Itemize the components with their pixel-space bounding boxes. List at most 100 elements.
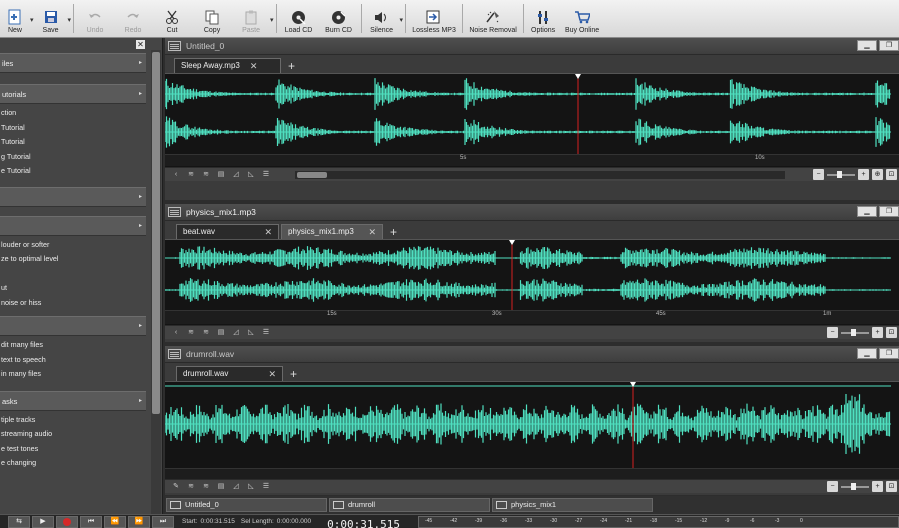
section-header-tutorials[interactable]: utorials ▸ — [0, 84, 146, 104]
zoom-out-icon[interactable]: − — [827, 327, 838, 338]
restore-button[interactable]: ❐ — [879, 40, 899, 51]
list-item[interactable]: tiple tracks — [0, 413, 146, 428]
burn-cd-button[interactable]: Burn CD — [319, 0, 359, 37]
restore-button[interactable]: ❐ — [879, 348, 899, 359]
scroll-left-icon[interactable]: ‹ — [171, 328, 181, 337]
add-tab-icon[interactable]: + — [385, 225, 402, 239]
list-item[interactable] — [0, 267, 146, 282]
save-dropdown-icon[interactable]: ▾ — [68, 16, 72, 24]
new-button[interactable]: New — [0, 0, 30, 37]
wave-tool-icon[interactable]: ≋ — [201, 328, 211, 337]
doc-tab[interactable]: physics_mix1 — [492, 498, 653, 512]
waveform-display[interactable] — [165, 74, 891, 154]
minimize-button[interactable]: ▁ — [857, 348, 877, 359]
file-tab[interactable]: beat.wav ✕ — [176, 224, 279, 239]
list-item[interactable]: ut — [0, 281, 146, 296]
zoom-fit-icon[interactable]: ⊡ — [886, 481, 897, 492]
save-button[interactable]: Save — [34, 0, 68, 37]
add-tab-icon[interactable]: + — [283, 59, 300, 73]
pane-scroll-thumb[interactable] — [152, 52, 160, 414]
fade-out-icon[interactable]: ◺ — [246, 170, 256, 179]
list-item[interactable]: Tutorial — [0, 135, 146, 150]
fade-out-icon[interactable]: ◺ — [246, 328, 256, 337]
fade-in-icon[interactable]: ◿ — [231, 482, 241, 491]
section-header[interactable]: ▸ — [0, 186, 146, 207]
editor-titlebar[interactable]: physics_mix1.mp3 ▁ ❐ — [165, 204, 899, 221]
list-item[interactable]: noise or hiss — [0, 296, 146, 311]
waveform-display[interactable] — [165, 382, 891, 468]
zoom-selection-icon[interactable]: ⊕ — [872, 169, 883, 180]
editor-titlebar[interactable]: drumroll.wav ▁ ❐ — [165, 346, 899, 363]
align-icon[interactable]: ☰ — [261, 170, 271, 179]
waveform-view[interactable]: 5s 10s — [165, 73, 899, 167]
list-item[interactable]: dit many files — [0, 338, 146, 353]
rewind-button[interactable]: ⏪ — [104, 515, 126, 528]
section-header-tasks[interactable]: asks ▸ — [0, 390, 146, 411]
waveform-display[interactable] — [165, 240, 891, 310]
zoom-slider[interactable] — [841, 328, 869, 336]
wave-tool-icon[interactable]: ≋ — [186, 328, 196, 337]
fast-forward-button[interactable]: ⏩ — [128, 515, 150, 528]
close-tab-icon[interactable]: ✕ — [264, 225, 272, 239]
wave-tool-icon[interactable]: ≋ — [201, 170, 211, 179]
section-header-files[interactable]: iles ▸ — [0, 53, 146, 73]
lossless-mp3-button[interactable]: Lossless MP3 — [408, 0, 460, 37]
list-item[interactable]: ze to optimal level — [0, 252, 146, 267]
list-item[interactable]: Tutorial — [0, 121, 146, 136]
doc-tab[interactable]: drumroll — [329, 498, 490, 512]
spectral-icon[interactable]: ▤ — [216, 170, 226, 179]
zoom-out-icon[interactable]: − — [827, 481, 838, 492]
zoom-fit-icon[interactable]: ⊡ — [886, 169, 897, 180]
align-icon[interactable]: ☰ — [261, 328, 271, 337]
minimize-button[interactable]: ▁ — [857, 206, 877, 217]
silence-dropdown-icon[interactable]: ▾ — [400, 16, 404, 24]
playhead-marker-icon[interactable] — [575, 74, 581, 79]
record-button[interactable] — [56, 515, 78, 528]
list-item[interactable]: e changing — [0, 456, 146, 471]
pencil-icon[interactable]: ✎ — [171, 482, 181, 491]
waveform-view[interactable] — [165, 381, 899, 480]
file-tab[interactable]: Sleep Away.mp3 ✕ — [174, 58, 281, 73]
time-ruler[interactable]: 15s 30s 45s 1m — [165, 310, 899, 324]
restore-button[interactable]: ❐ — [879, 206, 899, 217]
file-tab[interactable]: physics_mix1.mp3 ✕ — [281, 224, 383, 239]
noise-removal-button[interactable]: Noise Removal — [465, 0, 521, 37]
minimize-button[interactable]: ▁ — [857, 40, 877, 51]
list-item[interactable]: louder or softer — [0, 238, 146, 253]
list-item[interactable]: e test tones — [0, 442, 146, 457]
undo-button[interactable]: Undo — [76, 0, 114, 37]
go-start-button[interactable]: ⏮ — [80, 515, 102, 528]
horizontal-scrollbar[interactable] — [295, 171, 785, 179]
paste-dropdown-icon[interactable]: ▾ — [270, 16, 274, 24]
redo-button[interactable]: Redo — [114, 0, 152, 37]
paste-button[interactable]: Paste — [232, 0, 270, 37]
zoom-slider[interactable] — [827, 170, 855, 178]
section-header[interactable]: ▸ — [0, 215, 146, 236]
zoom-slider[interactable] — [841, 482, 869, 490]
pane-scrollbar[interactable] — [151, 50, 161, 514]
options-button[interactable]: Options — [526, 0, 560, 37]
load-cd-button[interactable]: Load CD — [279, 0, 319, 37]
wave-tool-icon[interactable]: ≋ — [186, 482, 196, 491]
list-item[interactable]: ction — [0, 106, 146, 121]
file-tab[interactable]: drumroll.wav ✕ — [176, 366, 283, 381]
buy-online-button[interactable]: Buy Online — [560, 0, 604, 37]
list-item[interactable]: text to speech — [0, 353, 146, 368]
wave-tool-icon[interactable]: ≋ — [186, 170, 196, 179]
zoom-fit-icon[interactable]: ⊡ — [886, 327, 897, 338]
close-tab-icon[interactable]: ✕ — [368, 225, 376, 239]
list-item[interactable]: streaming audio — [0, 427, 146, 442]
loop-button[interactable]: ⇆ — [8, 515, 30, 528]
wave-tool-icon[interactable]: ≋ — [201, 482, 211, 491]
close-pane-icon[interactable]: ✕ — [136, 40, 145, 49]
cut-button[interactable]: Cut — [152, 0, 192, 37]
time-ruler[interactable]: 5s 10s — [165, 154, 899, 166]
list-item[interactable]: g Tutorial — [0, 150, 146, 165]
scroll-left-icon[interactable]: ‹ — [171, 170, 181, 179]
waveform-view[interactable]: 15s 30s 45s 1m — [165, 239, 899, 325]
close-tab-icon[interactable]: ✕ — [250, 59, 258, 73]
editor-titlebar[interactable]: Untitled_0 ▁ ❐ — [165, 38, 899, 55]
doc-tab[interactable]: Untitled_0 — [166, 498, 327, 512]
list-item[interactable]: in many files — [0, 367, 146, 382]
play-button[interactable]: ▶ — [32, 515, 54, 528]
